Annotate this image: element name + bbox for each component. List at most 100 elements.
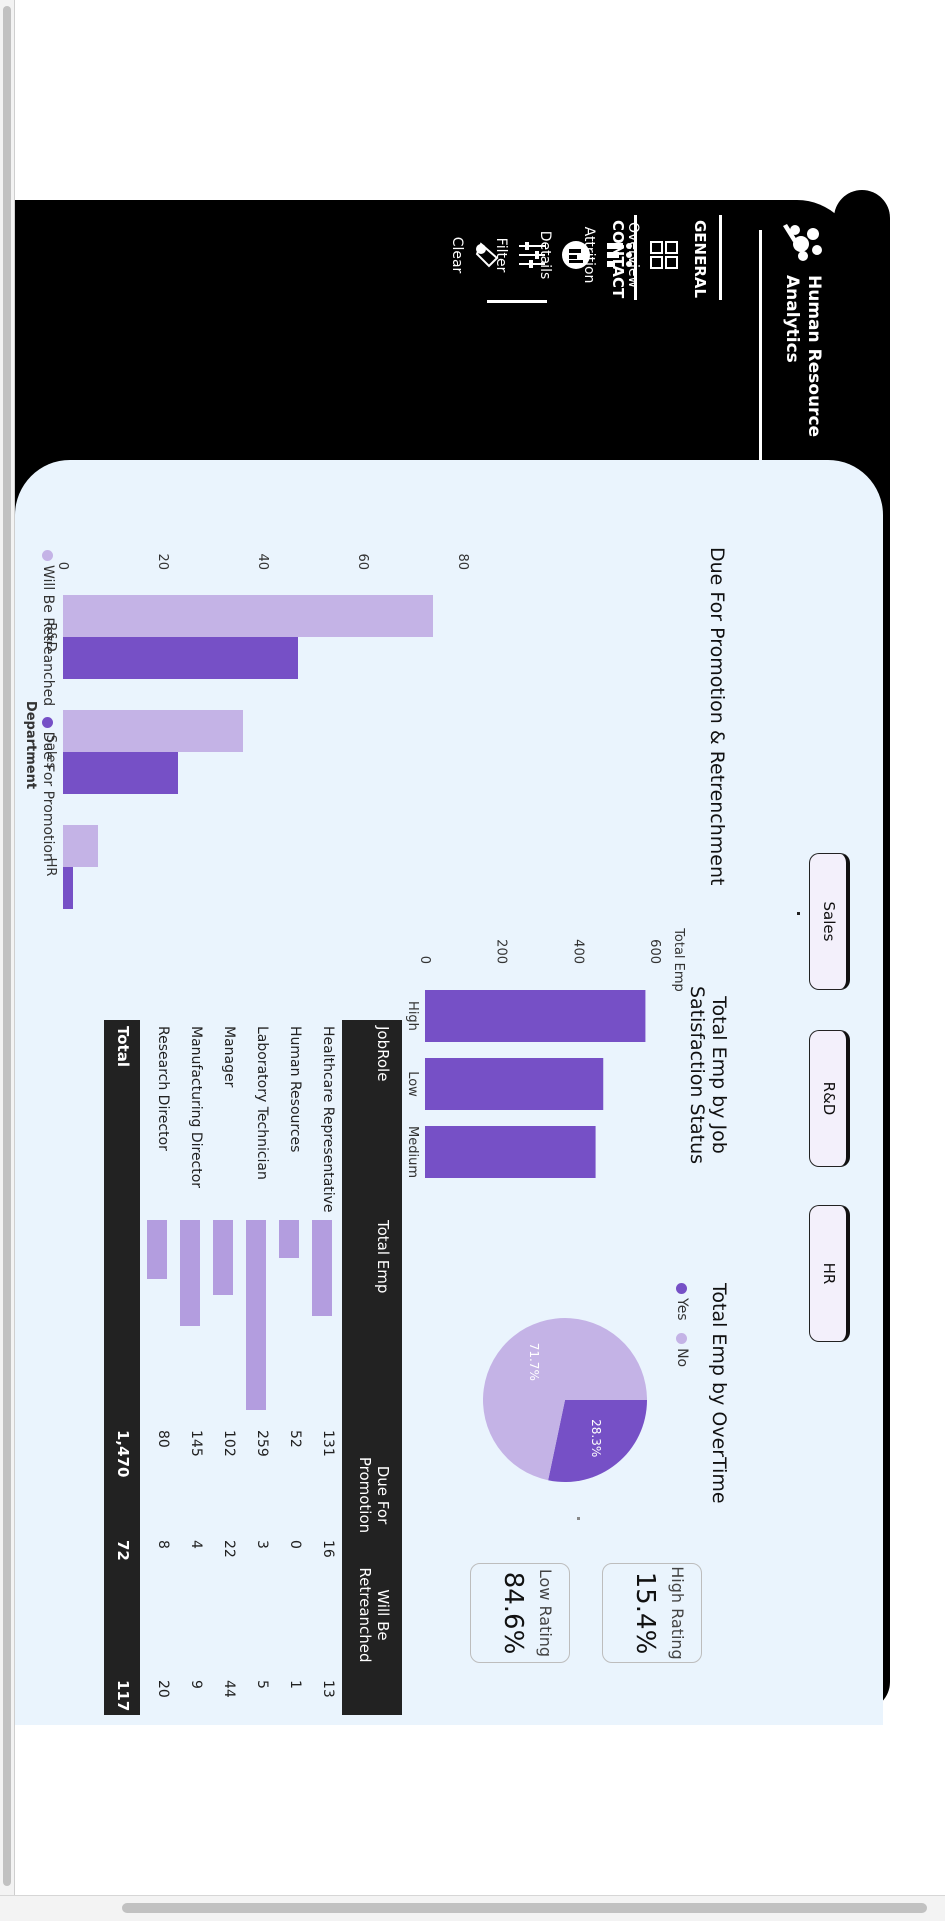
table-cell-role: Laboratory Technician <box>254 1026 270 1180</box>
table-cell-total: 145 <box>188 1430 204 1457</box>
slicer-button-hr[interactable]: HR <box>809 1205 850 1342</box>
legend-dot-retrenched <box>42 550 54 561</box>
brand-logo-icon <box>783 224 822 261</box>
promotion-bar <box>63 637 298 679</box>
table-col-promotion-text: Due For Promotion <box>356 1456 392 1534</box>
satisfaction-bar <box>425 1058 604 1110</box>
details-icon <box>562 241 590 269</box>
promotion-bar <box>63 867 73 909</box>
horizontal-scrollbar[interactable] <box>0 1895 945 1921</box>
legend-promotion: Due For Promotion <box>40 731 56 862</box>
legend-retrenched: Will Be Retreanched <box>40 565 56 707</box>
promotion-ytick: 80 <box>455 553 470 570</box>
section-general: GENERAL <box>691 220 709 299</box>
promotion-bar <box>63 825 98 867</box>
overtime-pie-chart: 28.3% 71.7% <box>483 1318 647 1482</box>
promotion-xlabel: Department <box>23 701 38 789</box>
brand-divider <box>759 230 762 470</box>
table-col-retrenched-text: Will Be Retreanched <box>356 1567 392 1663</box>
table-cell-promotion: 8 <box>155 1540 171 1549</box>
table-cell-retrenched: 13 <box>320 1680 336 1698</box>
table-cell-promotion: 22 <box>221 1540 237 1558</box>
table-cell-role: Manager <box>221 1026 237 1088</box>
satisfaction-bar <box>425 1126 596 1178</box>
promotion-legend: Will Be Retreanched Due For Promotion <box>40 550 56 862</box>
eraser-icon <box>475 242 499 268</box>
pie-label: 71.7% <box>527 1343 541 1381</box>
satisfaction-chart: 0 200 400 600 Total Emp High Low Medium <box>405 927 686 1178</box>
jobrole-table: JobRole Total Emp Due For Promotion Will… <box>102 1020 402 1715</box>
section-contact: CONTACT <box>609 220 627 299</box>
overtime-divider <box>577 1517 580 1520</box>
satisfaction-xtick: Medium <box>405 1126 420 1178</box>
slicer-button-rnd[interactable]: R&D <box>809 1030 850 1167</box>
dashboard-canvas: Human Resource Analytics Human Resource … <box>15 0 945 1725</box>
kpi-low-rating: Low Rating 84.6% <box>470 1563 570 1663</box>
kpi-low-rating-value: 84.6% <box>498 1571 528 1655</box>
table-col-total[interactable]: Total Emp <box>374 1220 392 1293</box>
table-bar <box>246 1220 266 1410</box>
satisfaction-ytick: 400 <box>570 939 585 964</box>
legend-dot-no <box>676 1333 688 1345</box>
table-cell-role: Manufacturing Director <box>188 1026 204 1189</box>
table-cell-total: 52 <box>287 1430 303 1448</box>
contact-section-line <box>634 215 637 300</box>
legend-yes: Yes <box>674 1298 690 1321</box>
table-col-jobrole[interactable]: JobRole <box>374 1026 392 1081</box>
table-total-emp: 1,470 <box>114 1430 132 1478</box>
promotion-bar <box>63 752 178 794</box>
overtime-legend: Yes No <box>674 1283 690 1367</box>
promotion-bar <box>63 710 243 752</box>
table-cell-retrenched: 44 <box>221 1680 237 1698</box>
table-col-retrenched[interactable]: Will Be Retreanched <box>356 1565 392 1665</box>
satisfaction-ytick: 0 <box>417 956 432 964</box>
table-cell-role: Healthcare Representative <box>320 1026 336 1213</box>
promotion-bar <box>63 595 433 637</box>
promotion-ytick: 20 <box>155 553 170 570</box>
satisfaction-ylabel: Total Emp <box>671 927 686 992</box>
table-cell-retrenched: 20 <box>155 1680 171 1698</box>
vertical-scroll-thumb[interactable] <box>3 6 11 1886</box>
legend-no: No <box>674 1348 690 1368</box>
table-cell-promotion: 0 <box>287 1540 303 1549</box>
table-cell-promotion: 4 <box>188 1540 204 1549</box>
grid-icon <box>650 241 678 269</box>
table-cell-retrenched: 9 <box>188 1680 204 1689</box>
table-bar <box>180 1220 200 1327</box>
table-cell-total: 80 <box>155 1430 171 1448</box>
promotion-ytick: 40 <box>255 553 270 570</box>
table-total-retrenched: 117 <box>114 1680 132 1712</box>
table-cell-total: 259 <box>254 1430 270 1457</box>
promotion-ytick: 0 <box>55 562 70 570</box>
satisfaction-xtick: High <box>405 1001 420 1031</box>
table-cell-total: 102 <box>221 1430 237 1457</box>
table-cell-promotion: 16 <box>320 1540 336 1558</box>
table-cell-total: 131 <box>320 1430 336 1457</box>
table-col-promotion[interactable]: Due For Promotion <box>356 1450 392 1540</box>
promotion-ytick: 60 <box>355 553 370 570</box>
table-total-label: Total <box>114 1026 132 1067</box>
horizontal-scroll-thumb[interactable] <box>122 1903 927 1913</box>
table-total-row <box>104 1020 140 1715</box>
table-cell-role: Human Resources <box>287 1026 303 1153</box>
nav-clear[interactable]: Clear <box>449 220 503 290</box>
satisfaction-ytick: 200 <box>494 939 509 964</box>
table-cell-retrenched: 1 <box>287 1680 303 1689</box>
nav-clear-label: Clear <box>449 236 465 274</box>
slicer-button-sales[interactable]: Sales <box>809 853 850 990</box>
table-bar <box>213 1220 233 1295</box>
sliders-icon <box>519 242 545 268</box>
pie-label: 28.3% <box>589 1419 603 1457</box>
satisfaction-ytick: 600 <box>647 939 662 964</box>
table-bar <box>312 1220 332 1317</box>
legend-dot-yes <box>676 1283 688 1294</box>
nav-active-indicator <box>487 300 547 303</box>
satisfaction-xtick: Low <box>405 1071 420 1097</box>
kpi-high-rating-value: 15.4% <box>630 1571 660 1655</box>
table-total-promotion: 72 <box>114 1540 132 1561</box>
vertical-scrollbar[interactable] <box>0 0 15 1895</box>
kpi-low-rating-label: Low Rating <box>536 1568 555 1658</box>
slicer-divider <box>797 912 800 915</box>
table-cell-promotion: 3 <box>254 1540 270 1549</box>
promotion-chart-plot: 0 20 40 60 80R&DSalesHRDepartment <box>23 553 470 909</box>
